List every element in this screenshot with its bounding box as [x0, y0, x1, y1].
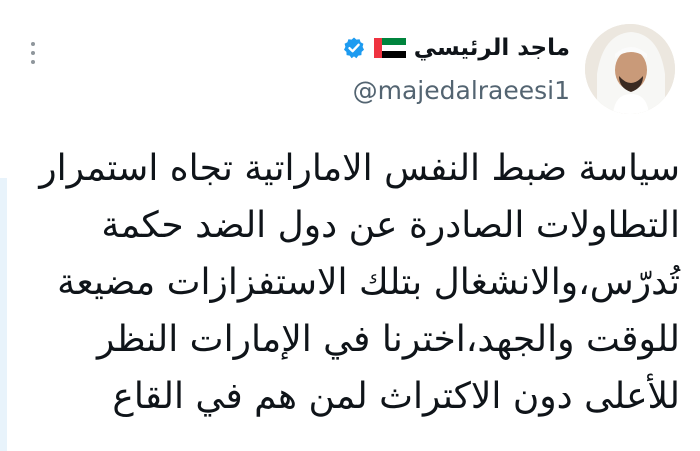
more-options-icon[interactable]: [28, 42, 38, 64]
author-name[interactable]: ماجد الرئيسي: [414, 35, 570, 61]
more-dot: [31, 60, 35, 64]
avatar[interactable]: [585, 24, 675, 114]
tweet-text: سياسة ضبط النفس الاماراتية تجاه استمرار …: [20, 140, 680, 425]
author-handle[interactable]: @majedalraeesi1: [353, 76, 570, 105]
thread-indicator-strip: [0, 178, 7, 451]
uae-flag-icon: [373, 38, 406, 58]
tweet-line: التطاولات الصادرة عن دول الضد حكمة: [101, 205, 680, 246]
author-row: ماجد الرئيسي: [342, 31, 570, 65]
verified-badge-icon: [343, 37, 364, 59]
tweet-line: للوقت والجهد،اخترنا في الإمارات النظر: [97, 319, 680, 360]
tweet-line: سياسة ضبط النفس الاماراتية تجاه استمرار: [39, 148, 680, 189]
more-dot: [31, 42, 35, 46]
avatar-image: [585, 24, 675, 114]
tweet-line: تُدرّس،والانشغال بتلك الاستفزازات مضيعة: [57, 262, 680, 303]
more-dot: [31, 51, 35, 55]
tweet-line: للأعلى دون الاكتراث لمن هم في القاع: [112, 376, 680, 417]
